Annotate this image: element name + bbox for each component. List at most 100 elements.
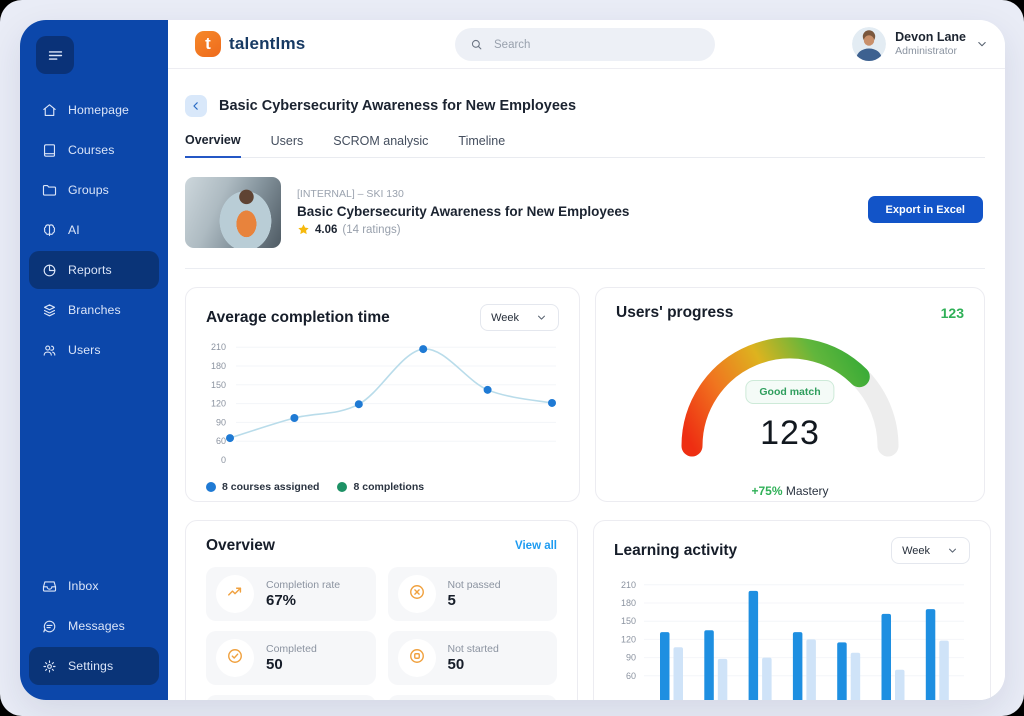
good-match-badge: Good match [745,380,834,404]
course-info: [INTERNAL] – SKI 130 Basic Cybersecurity… [297,188,629,236]
svg-text:150: 150 [211,380,226,390]
period-select-completion[interactable]: Week [480,304,559,331]
stat-value: 5 [448,592,501,609]
x-circle-icon [407,582,427,607]
legend-label: 8 courses assigned [222,481,319,493]
users-progress-card: Users' progress 123 Good match 123 +75% … [595,287,985,502]
legend-item: 8 courses assigned [206,481,319,493]
sidebar-item-groups[interactable]: Groups [29,171,159,209]
stat-tile: Not passed 5 [388,567,558,621]
stat-tile: Completion rate 67% [206,567,376,621]
sidebar-item-users[interactable]: Users [29,331,159,369]
legend-label: 8 completions [353,481,424,493]
user-menu[interactable]: Devon Lane Administrator [852,27,989,61]
sidebar-item-inbox[interactable]: Inbox [29,567,159,605]
user-role: Administrator [895,45,966,58]
back-button[interactable] [185,95,207,117]
sidebar-item-reports[interactable]: Reports [29,251,159,289]
mastery-label: +75% Mastery [616,484,964,498]
svg-text:120: 120 [621,634,636,644]
svg-text:120: 120 [211,399,226,409]
folder-icon [41,182,58,199]
export-excel-button[interactable]: Export in Excel [868,196,983,223]
screenshot-stage: Homepage Courses Groups AI Reports Branc… [0,0,1024,716]
bottom-row: Overview View all Completion rate 67% No… [185,520,985,700]
svg-text:60: 60 [626,671,636,681]
stat-tiles: Completion rate 67% Not passed 5 Complet… [206,567,557,700]
avg-completion-card: Average completion time Week 06090120150… [185,287,580,502]
brain-icon [41,222,58,239]
stat-tile-icon-circle [216,575,254,613]
card-title-overview: Overview [206,537,275,555]
chevron-down-icon [975,37,989,51]
stat-tile-icon-circle [398,639,436,677]
card-title-learning-activity: Learning activity [614,542,737,560]
mastery-percent: +75% [751,484,782,498]
layers-icon [41,302,58,319]
svg-text:180: 180 [211,361,226,371]
legend-dot-icon [337,482,347,492]
period-value: Week [902,545,930,557]
sidebar-item-label: AI [68,223,80,237]
course-thumbnail [185,177,281,248]
tab-users[interactable]: Users [271,133,304,157]
tab-overview[interactable]: Overview [185,133,241,158]
chart-legend: 8 courses assigned 8 completions [206,481,559,493]
svg-text:90: 90 [626,653,636,663]
sidebar-item-label: Homepage [68,103,129,117]
menu-toggle-button[interactable] [36,36,74,74]
period-select-activity[interactable]: Week [891,537,970,564]
search-input[interactable] [492,38,701,52]
sidebar-item-settings[interactable]: Settings [29,647,159,685]
svg-text:150: 150 [621,616,636,626]
trend-up-icon [225,582,245,607]
progress-gauge: Good match 123 +75% Mastery [616,324,964,494]
page-content: Basic Cybersecurity Awareness for New Em… [168,95,1005,700]
course-rating: 4.06 (14 ratings) [297,223,629,236]
sidebar-item-branches[interactable]: Branches [29,291,159,329]
sidebar-item-messages[interactable]: Messages [29,607,159,645]
app-logo[interactable]: t talentlms [195,31,305,57]
course-title: Basic Cybersecurity Awareness for New Em… [297,204,629,219]
mastery-text: Mastery [786,484,829,498]
chevron-left-icon [189,99,203,113]
home-icon [41,102,58,119]
stat-label: Not started [448,643,499,655]
sidebar-item-label: Courses [68,143,115,157]
chevron-down-icon [946,544,959,557]
tab-bar: Overview Users SCROM analysic Timeline [185,133,985,158]
stat-tile: Completed 50 [206,631,376,685]
svg-text:90: 90 [216,417,226,427]
overview-card: Overview View all Completion rate 67% No… [185,520,578,700]
sidebar-item-homepage[interactable]: Homepage [29,91,159,129]
page-heading-row: Basic Cybersecurity Awareness for New Em… [185,95,985,117]
desktop-background: Homepage Courses Groups AI Reports Branc… [0,0,1024,716]
main-area: t talentlms [168,20,1005,700]
check-circle-icon [225,646,245,671]
search-bar[interactable] [455,28,715,61]
stop-circle-icon [407,646,427,671]
stat-tile-icon-circle [216,639,254,677]
charts-row: Average completion time Week 06090120150… [185,287,985,502]
sidebar-item-courses[interactable]: Courses [29,131,159,169]
sidebar-item-label: Users [68,343,101,357]
tab-timeline[interactable]: Timeline [458,133,505,157]
tab-scrom-analysic[interactable]: SCROM analysic [333,133,428,157]
avatar [852,27,886,61]
course-code: [INTERNAL] – SKI 130 [297,188,629,200]
users-icon [41,342,58,359]
sidebar-item-label: Branches [68,303,121,317]
view-all-link[interactable]: View all [515,540,557,552]
sidebar-item-label: Groups [68,183,109,197]
inbox-icon [41,578,58,595]
sidebar-item-ai[interactable]: AI [29,211,159,249]
search-icon [469,37,484,52]
stat-value: 50 [448,656,499,673]
stat-tile-icon-circle [398,575,436,613]
legend-dot-icon [206,482,216,492]
stat-tile-partial [388,695,558,700]
svg-text:60: 60 [216,436,226,446]
gauge-value: 123 [760,414,820,453]
svg-text:0: 0 [221,455,226,465]
hamburger-icon [46,46,65,65]
